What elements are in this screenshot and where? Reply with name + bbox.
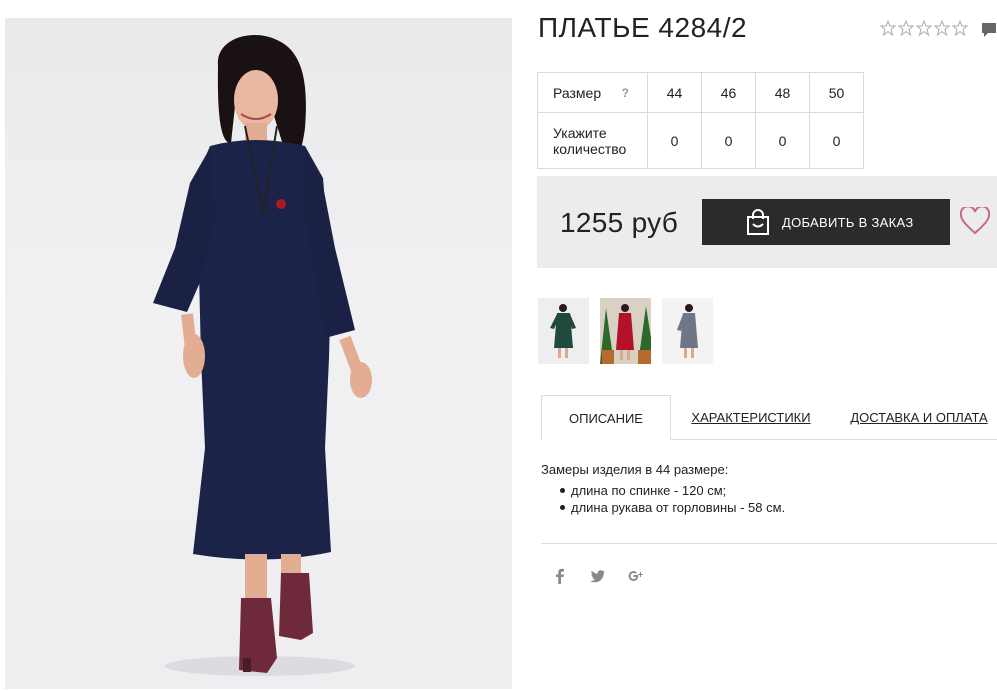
rating-stars[interactable] xyxy=(880,20,968,36)
divider xyxy=(541,543,997,544)
thumbnail-image xyxy=(600,298,651,364)
product-title: ПЛАТЬЕ 4284/2 xyxy=(538,12,748,43)
google-plus-icon[interactable] xyxy=(628,568,644,584)
size-option: 46 xyxy=(701,72,756,113)
product-price: 1255 руб xyxy=(560,207,679,238)
quantity-row: Укажите количество 0 0 0 0 xyxy=(537,112,864,169)
quantity-value[interactable]: 0 xyxy=(756,133,809,149)
description-content: Замеры изделия в 44 размере: длина по сп… xyxy=(541,462,785,516)
size-label-cell: Размер ? xyxy=(537,72,648,113)
thumbnail-image xyxy=(662,298,713,364)
quantity-value[interactable]: 0 xyxy=(702,133,755,149)
list-item: длина рукава от горловины - 58 см. xyxy=(541,499,785,516)
size-help-icon[interactable]: ? xyxy=(622,86,629,100)
star-icon[interactable] xyxy=(952,20,968,36)
quantity-input[interactable]: 0 xyxy=(647,112,702,169)
quantity-label-line1: Укажите xyxy=(553,124,607,141)
size-option: 50 xyxy=(809,72,864,113)
dress-photo-illustration xyxy=(153,35,372,676)
add-to-order-label: ДОБАВИТЬ В ЗАКАЗ xyxy=(782,214,914,230)
star-icon[interactable] xyxy=(916,20,932,36)
thumbnail-grey-dress[interactable] xyxy=(662,298,713,364)
tab-delivery-payment[interactable]: ДОСТАВКА И ОПЛАТА xyxy=(841,395,997,440)
quantity-input[interactable]: 0 xyxy=(701,112,756,169)
tab-description[interactable]: ОПИСАНИЕ xyxy=(541,395,671,441)
quantity-input[interactable]: 0 xyxy=(755,112,810,169)
tab-characteristics[interactable]: ХАРАКТЕРИСТИКИ xyxy=(681,395,821,440)
quantity-input[interactable]: 0 xyxy=(809,112,864,169)
thumbnail-green-dress[interactable] xyxy=(538,298,589,364)
thumbnail-red-dress[interactable] xyxy=(600,298,651,364)
twitter-icon[interactable] xyxy=(590,568,606,584)
add-to-order-button[interactable]: ДОБАВИТЬ В ЗАКАЗ xyxy=(702,199,950,245)
quantity-label-line2: количество xyxy=(553,140,627,157)
size-option: 48 xyxy=(755,72,810,113)
thumbnail-image xyxy=(538,298,589,364)
price-block: 1255 руб ДОБАВИТЬ В ЗАКАЗ xyxy=(537,176,997,268)
facebook-icon[interactable] xyxy=(552,568,568,584)
quantity-value[interactable]: 0 xyxy=(810,133,863,149)
size-table: Размер ? 44 46 48 50 Укажите количество … xyxy=(537,72,864,169)
social-share xyxy=(552,568,644,584)
heart-icon[interactable] xyxy=(960,207,990,235)
comment-icon[interactable] xyxy=(981,22,997,38)
thumbnail-gallery xyxy=(538,298,713,364)
description-intro: Замеры изделия в 44 размере: xyxy=(541,462,729,477)
quantity-label-cell: Укажите количество xyxy=(537,112,648,169)
measurement-list: длина по спинке - 120 см; длина рукава о… xyxy=(541,482,785,516)
star-icon[interactable] xyxy=(934,20,950,36)
size-row: Размер ? 44 46 48 50 xyxy=(537,72,864,113)
star-icon[interactable] xyxy=(880,20,896,36)
shopping-bag-icon xyxy=(747,209,769,235)
product-main-photo[interactable] xyxy=(5,18,512,689)
size-label: Размер xyxy=(553,84,602,101)
quantity-value[interactable]: 0 xyxy=(648,133,701,149)
size-option: 44 xyxy=(647,72,702,113)
product-tabs: ОПИСАНИЕ ХАРАКТЕРИСТИКИ ДОСТАВКА И ОПЛАТ… xyxy=(541,395,997,441)
list-item: длина по спинке - 120 см; xyxy=(541,482,785,499)
star-icon[interactable] xyxy=(898,20,914,36)
